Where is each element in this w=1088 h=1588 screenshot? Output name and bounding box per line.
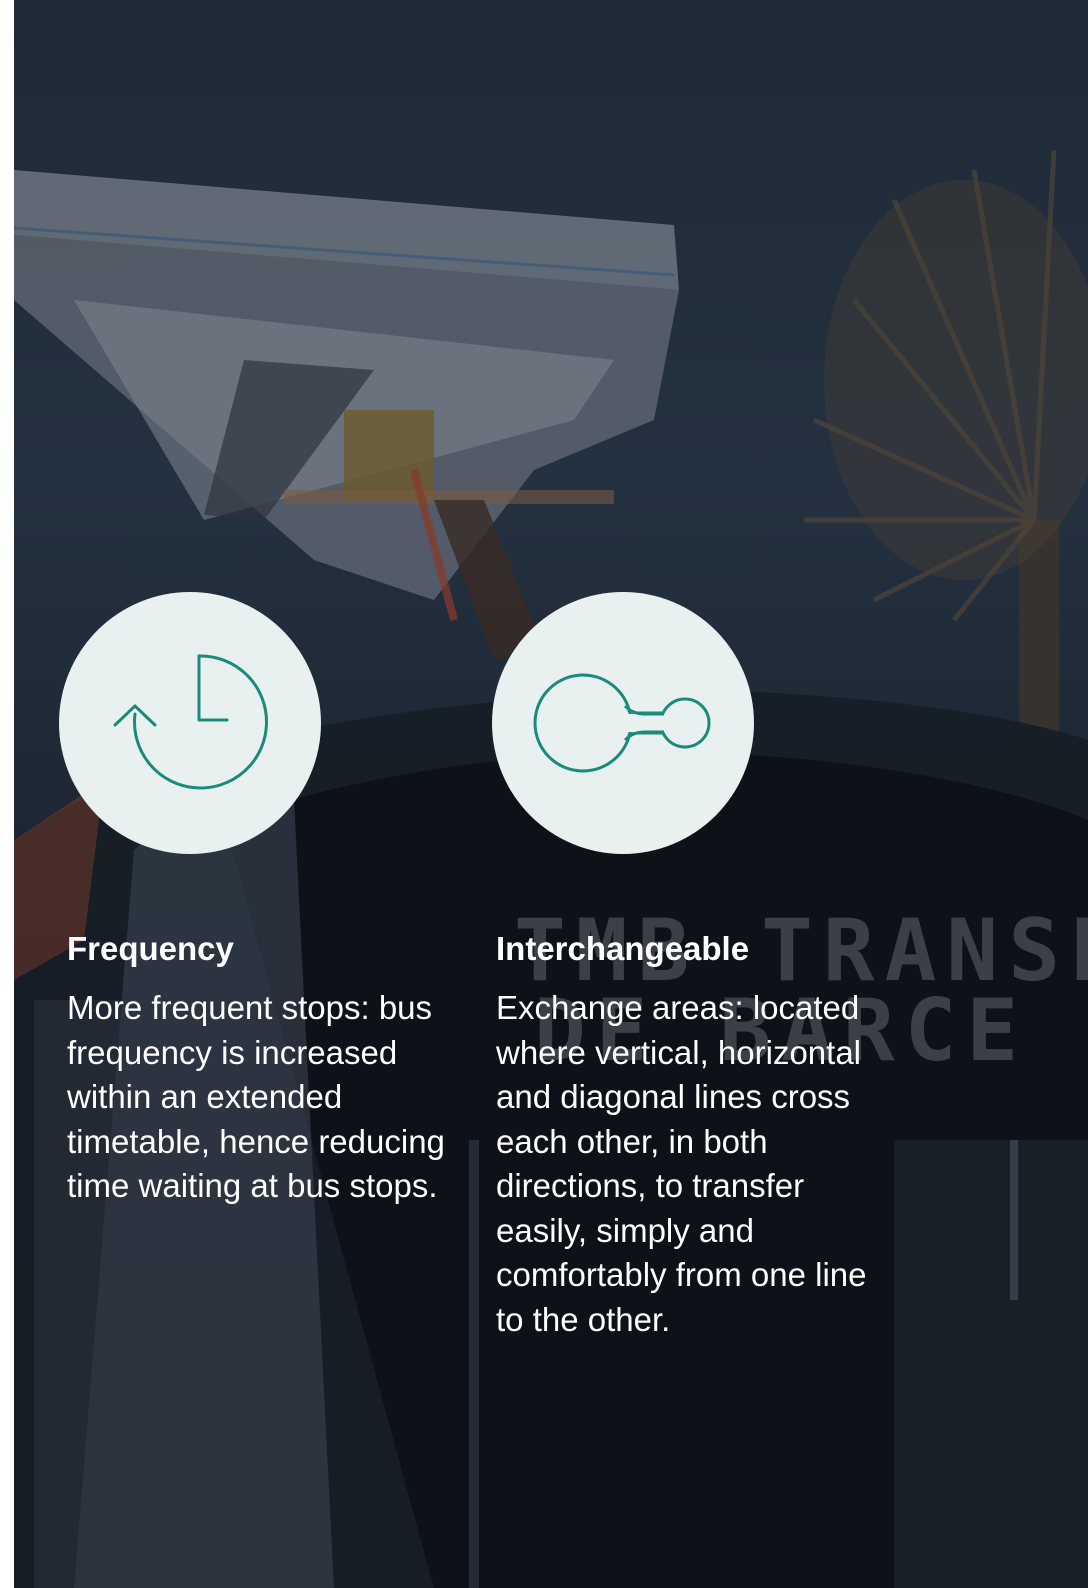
page-margin	[0, 0, 14, 1588]
feature-text-interchangeable: Exchange areas: located where vertical, …	[496, 989, 867, 1338]
feature-text-frequency: More frequent stops: bus frequency is in…	[67, 989, 445, 1204]
interchangeable-icon-badge	[492, 592, 754, 854]
frequency-icon-badge	[59, 592, 321, 854]
page: TMB TRANSP DE BARCE Frequency More frequ…	[0, 0, 1088, 1588]
interchange-connector-icon	[533, 673, 711, 773]
feature-title-frequency: Frequency	[67, 930, 234, 967]
clock-refresh-icon	[113, 654, 268, 790]
feature-title-interchangeable: Interchangeable	[496, 930, 750, 967]
